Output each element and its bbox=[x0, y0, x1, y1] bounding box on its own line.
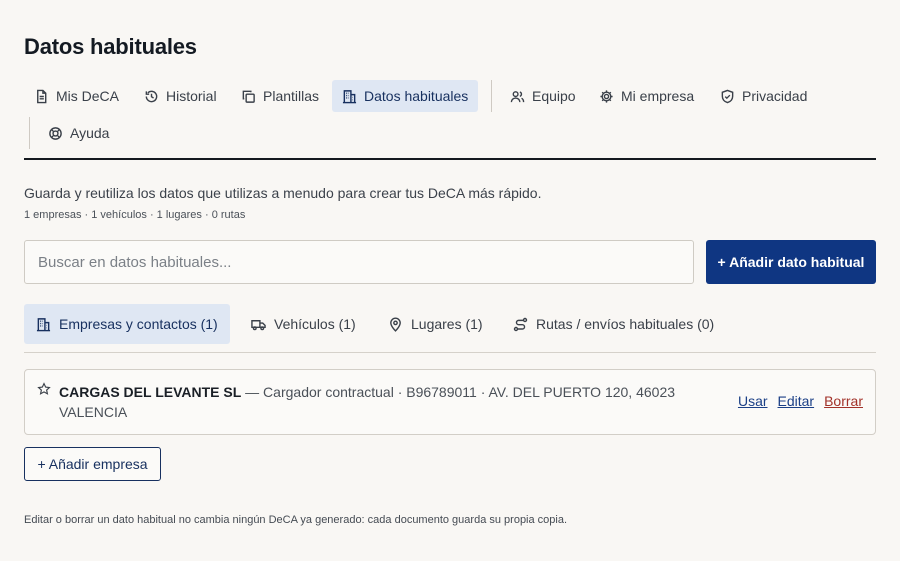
nav-item-label: Datos habituales bbox=[364, 88, 469, 104]
nav-item-mis-deca[interactable]: Mis DeCA bbox=[24, 80, 129, 112]
add-habitual-data-button[interactable]: + Añadir dato habitual bbox=[706, 240, 876, 284]
document-icon bbox=[37, 89, 47, 103]
nav-item-historial[interactable]: Historial bbox=[134, 80, 227, 112]
route-icon bbox=[513, 317, 528, 331]
main-nav: Mis DeCA Historial Plantillas Datos habi… bbox=[24, 80, 876, 160]
nav-item-label: Equipo bbox=[532, 88, 576, 104]
use-link[interactable]: Usar bbox=[738, 393, 768, 409]
page-title: Datos habituales bbox=[24, 34, 197, 59]
footnote: Editar o borrar un dato habitual no camb… bbox=[24, 514, 568, 526]
nav-item-equipo[interactable]: Equipo bbox=[500, 80, 586, 112]
truck-icon bbox=[251, 319, 266, 330]
nav-item-mi-empresa[interactable]: Mi empresa bbox=[589, 80, 704, 112]
record-summary: CARGAS DEL LEVANTE SL — Cargador contrac… bbox=[59, 382, 679, 422]
nav-item-privacidad[interactable]: Privacidad bbox=[710, 80, 817, 112]
category-tabs: Empresas y contactos (1) Vehículos (1) L… bbox=[24, 304, 876, 353]
tab-label: Lugares (1) bbox=[411, 316, 483, 332]
nav-item-datos-habituales[interactable]: Datos habituales bbox=[332, 80, 479, 112]
nav-item-label: Historial bbox=[166, 88, 217, 104]
tab-empresas-contactos[interactable]: Empresas y contactos (1) bbox=[24, 304, 230, 344]
tab-vehiculos[interactable]: Vehículos (1) bbox=[239, 304, 368, 344]
nav-item-label: Mis DeCA bbox=[56, 88, 120, 104]
tab-label: Empresas y contactos (1) bbox=[59, 316, 218, 332]
nav-item-label: Mi empresa bbox=[621, 88, 695, 104]
delete-link[interactable]: Borrar bbox=[824, 393, 863, 409]
lifebuoy-icon bbox=[49, 126, 62, 140]
record-name: CARGAS DEL LEVANTE SL bbox=[59, 384, 242, 400]
tab-label: Vehículos (1) bbox=[274, 316, 356, 332]
page-description: Guarda y reutiliza los datos que utiliza… bbox=[24, 185, 542, 201]
record-counts: 1 empresas · 1 vehículos · 1 lugares · 0… bbox=[24, 209, 246, 221]
tab-rutas[interactable]: Rutas / envíos habituales (0) bbox=[501, 304, 726, 344]
search-input[interactable] bbox=[24, 240, 694, 284]
nav-divider bbox=[29, 117, 30, 149]
nav-item-label: Plantillas bbox=[263, 88, 320, 104]
shield-icon bbox=[721, 89, 734, 103]
users-icon bbox=[510, 90, 525, 102]
building-icon bbox=[342, 89, 357, 103]
copy-icon bbox=[242, 90, 255, 103]
nav-item-ayuda[interactable]: Ayuda bbox=[38, 117, 119, 149]
map-pin-icon bbox=[390, 317, 401, 332]
star-icon[interactable] bbox=[37, 382, 51, 396]
edit-link[interactable]: Editar bbox=[778, 393, 815, 409]
history-icon bbox=[145, 90, 158, 102]
nav-item-label: Ayuda bbox=[70, 125, 110, 141]
record-actions: Usar Editar Borrar bbox=[738, 393, 863, 409]
tab-lugares[interactable]: Lugares (1) bbox=[376, 304, 495, 344]
nav-item-label: Privacidad bbox=[742, 88, 808, 104]
gear-icon bbox=[600, 89, 613, 103]
building-icon bbox=[36, 317, 51, 331]
add-company-button[interactable]: + Añadir empresa bbox=[24, 447, 161, 481]
nav-divider bbox=[491, 80, 492, 112]
tab-label: Rutas / envíos habituales (0) bbox=[536, 316, 715, 332]
nav-item-plantillas[interactable]: Plantillas bbox=[231, 80, 329, 112]
list-item: CARGAS DEL LEVANTE SL — Cargador contrac… bbox=[24, 369, 876, 435]
